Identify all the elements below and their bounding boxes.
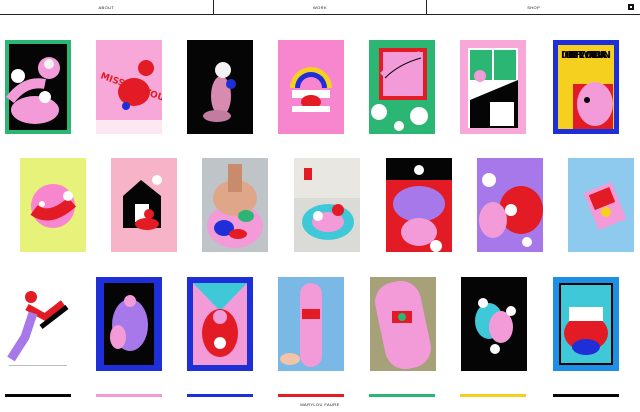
artwork-skate-deck-hand[interactable] xyxy=(370,277,436,371)
artwork-dont-let-the-world-burn[interactable]: DON'T LET THE WORLD BURN xyxy=(553,40,619,134)
artwork-reclining-woman[interactable] xyxy=(5,40,71,134)
artwork-black-flowers[interactable] xyxy=(461,277,527,371)
artwork-window-plant[interactable] xyxy=(460,40,526,134)
artwork-grid: MISSING YOU ALL DON'T LET THE WORLD BURN xyxy=(0,0,640,412)
artwork-window-arm[interactable] xyxy=(369,40,435,134)
artwork-skate-deck-sky[interactable] xyxy=(278,277,344,371)
next-row-preview xyxy=(0,394,640,398)
artwork-blue-phone[interactable] xyxy=(96,277,162,371)
footer-credit: MARYLOU FAURE xyxy=(300,402,340,407)
artwork-red-bodies[interactable] xyxy=(386,158,452,252)
dont-let-title: DON'T LET THE WORLD BURN xyxy=(561,50,611,61)
artwork-card-blue[interactable] xyxy=(568,158,634,252)
artwork-blue-sofa[interactable] xyxy=(553,277,619,371)
artwork-blue-triple[interactable] xyxy=(187,277,253,371)
artwork-flying-figure[interactable] xyxy=(5,277,71,371)
artwork-rainbow-hands[interactable] xyxy=(278,40,344,134)
artwork-flower-figure-dark[interactable] xyxy=(187,40,253,134)
artwork-purple-flowers[interactable] xyxy=(477,158,543,252)
artwork-guitar-painting[interactable] xyxy=(202,158,268,252)
artwork-yellow-circle[interactable] xyxy=(20,158,86,252)
artwork-skateboard-ceramic[interactable] xyxy=(294,158,360,252)
artwork-missing-you-all[interactable]: MISSING YOU ALL xyxy=(96,40,162,134)
artwork-house-figure[interactable] xyxy=(111,158,177,252)
